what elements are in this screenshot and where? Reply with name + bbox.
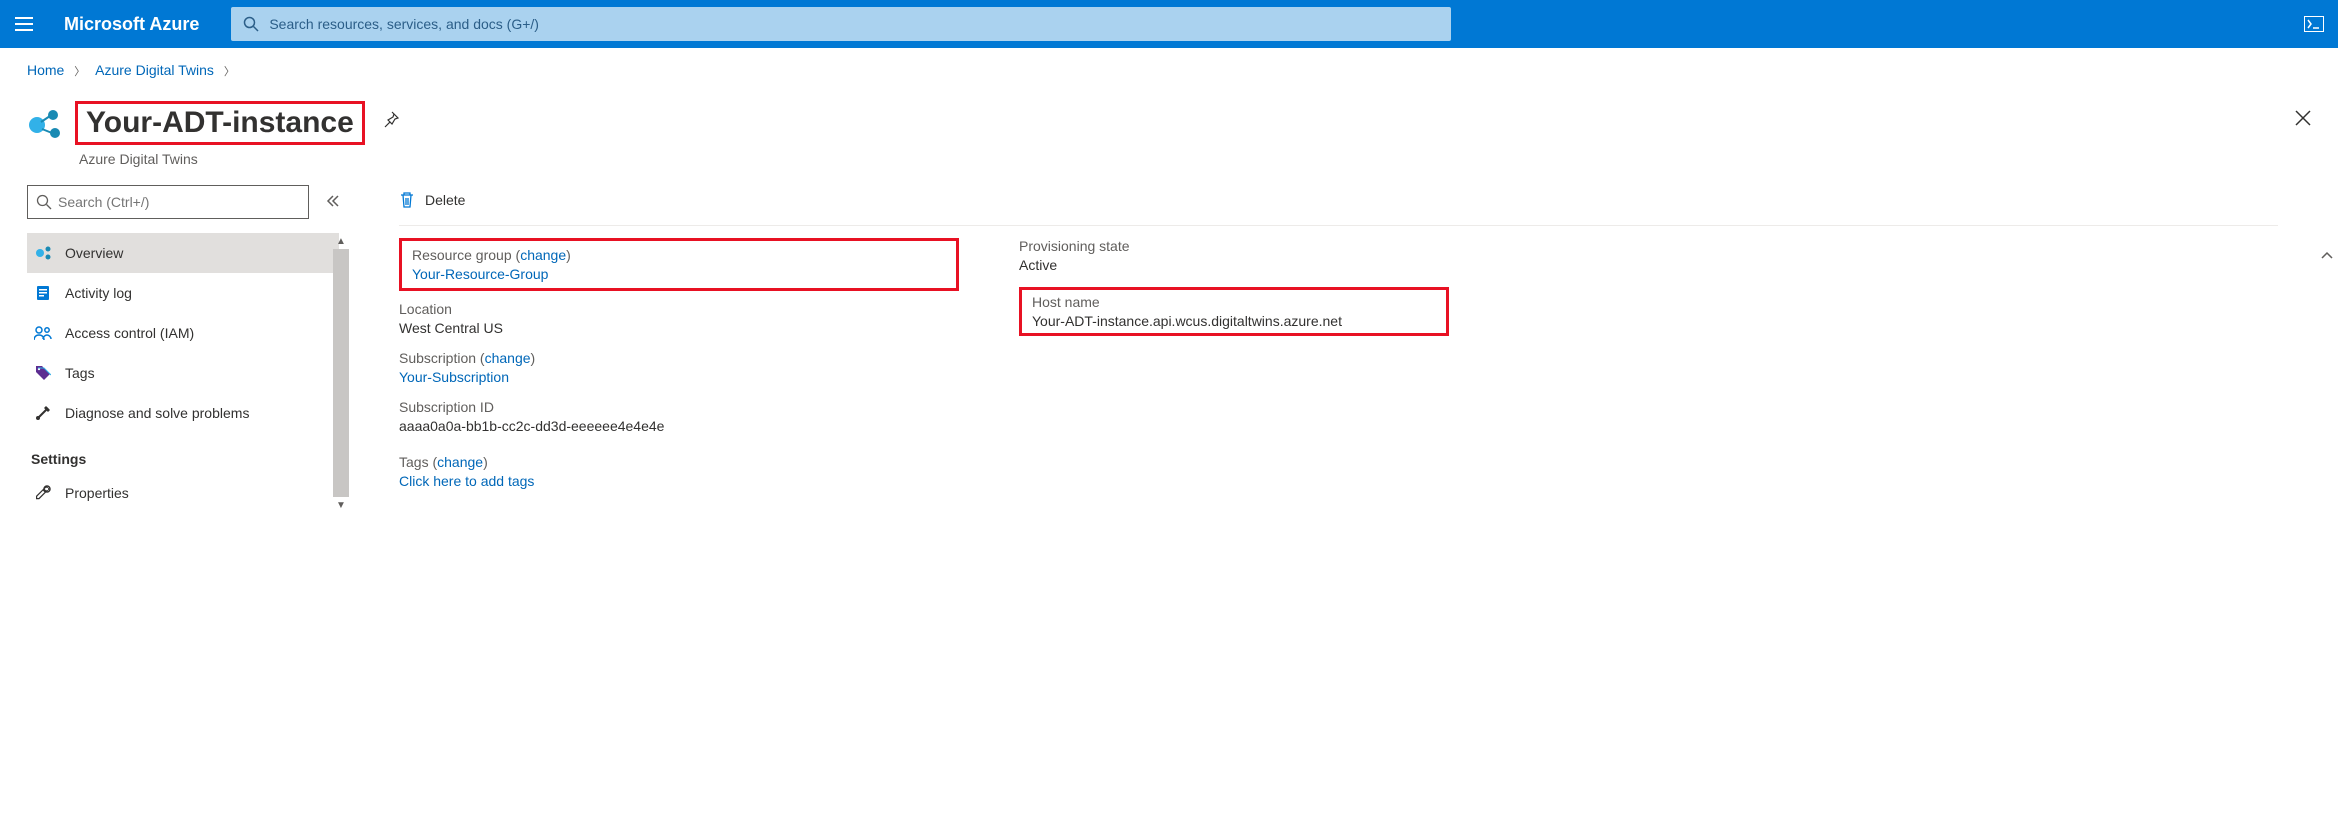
close-icon[interactable] [2294, 109, 2312, 130]
sidebar-item-properties[interactable]: Properties [27, 473, 339, 513]
sidebar-item-diagnose[interactable]: Diagnose and solve problems [27, 393, 339, 433]
chevron-right-icon: 〉 [74, 66, 85, 78]
sidebar-item-label: Activity log [65, 285, 132, 301]
location-label: Location [399, 301, 959, 317]
tags-value[interactable]: Click here to add tags [399, 473, 959, 489]
diagnose-icon [33, 403, 53, 423]
resource-group-highlight-box: Resource group (change) Your-Resource-Gr… [399, 238, 959, 291]
delete-button[interactable]: Delete [399, 191, 465, 209]
sidebar-item-activity-log[interactable]: Activity log [27, 273, 339, 313]
tags-label: Tags (change) [399, 454, 959, 470]
toolbar: Delete [399, 185, 2338, 225]
chevron-right-icon: 〉 [224, 66, 235, 78]
sidebar-scroll: Overview Activity log Access control (IA… [27, 233, 339, 513]
iam-icon [33, 323, 53, 343]
search-icon [243, 16, 259, 32]
search-icon [36, 194, 52, 210]
adt-resource-icon [27, 107, 63, 143]
subscription-label: Subscription (change) [399, 350, 959, 366]
adt-small-icon [33, 243, 53, 263]
delete-icon [399, 191, 415, 209]
cloud-shell-icon[interactable] [2290, 0, 2338, 48]
page-title: Your-ADT-instance [86, 106, 354, 139]
change-subscription-link[interactable]: change [485, 350, 531, 366]
pin-icon[interactable] [381, 111, 399, 132]
sidebar-item-overview[interactable]: Overview [27, 233, 339, 273]
host-name-label: Host name [1032, 294, 1436, 310]
sidebar: Overview Activity log Access control (IA… [27, 185, 339, 513]
essentials-right-column: Provisioning state Active Host name Your… [1019, 238, 1579, 503]
global-search-input[interactable] [269, 16, 1439, 32]
subscription-value[interactable]: Your-Subscription [399, 369, 959, 385]
global-search[interactable] [231, 7, 1451, 41]
breadcrumb-home[interactable]: Home [27, 62, 64, 78]
resource-group-value[interactable]: Your-Resource-Group [412, 266, 946, 282]
host-name-highlight-box: Host name Your-ADT-instance.api.wcus.dig… [1019, 287, 1449, 336]
title-highlight-box: Your-ADT-instance [75, 101, 365, 145]
essentials-left-column: Resource group (change) Your-Resource-Gr… [399, 238, 959, 503]
subscription-id-value: aaaa0a0a-bb1b-cc2c-dd3d-eeeeee4e4e4e [399, 418, 959, 434]
sidebar-item-label: Properties [65, 485, 129, 501]
change-tags-link[interactable]: change [437, 454, 483, 470]
resource-group-label: Resource group (change) [412, 247, 946, 263]
breadcrumb: Home 〉 Azure Digital Twins 〉 [0, 48, 2338, 83]
sidebar-item-iam[interactable]: Access control (IAM) [27, 313, 339, 353]
sidebar-item-label: Access control (IAM) [65, 325, 194, 341]
menu-search-input[interactable] [58, 194, 300, 210]
sidebar-heading-settings: Settings [27, 433, 339, 473]
content-scroll-up-icon[interactable] [2320, 248, 2334, 265]
hamburger-menu-icon[interactable] [0, 0, 48, 48]
brand-label[interactable]: Microsoft Azure [48, 14, 231, 35]
title-row: Your-ADT-instance Azure Digital Twins [0, 83, 2338, 175]
provisioning-state-label: Provisioning state [1019, 238, 1579, 254]
change-resource-group-link[interactable]: change [520, 247, 566, 263]
sidebar-item-tags[interactable]: Tags [27, 353, 339, 393]
sidebar-item-label: Diagnose and solve problems [65, 405, 249, 421]
top-bar: Microsoft Azure [0, 0, 2338, 48]
breadcrumb-parent[interactable]: Azure Digital Twins [95, 62, 214, 78]
collapse-sidebar-icon[interactable] [325, 194, 339, 211]
page-subtitle: Azure Digital Twins [75, 151, 365, 167]
location-value: West Central US [399, 320, 959, 336]
sidebar-item-label: Overview [65, 245, 123, 261]
activity-log-icon [33, 283, 53, 303]
subscription-id-label: Subscription ID [399, 399, 959, 415]
sidebar-item-label: Tags [65, 365, 95, 381]
properties-icon [33, 483, 53, 503]
provisioning-state-value: Active [1019, 257, 1579, 273]
delete-label: Delete [425, 192, 465, 208]
menu-search[interactable] [27, 185, 309, 219]
main-content: Delete Resource group (change) Your-Reso… [339, 185, 2338, 503]
tags-icon [33, 363, 53, 383]
host-name-value: Your-ADT-instance.api.wcus.digitaltwins.… [1032, 313, 1436, 329]
